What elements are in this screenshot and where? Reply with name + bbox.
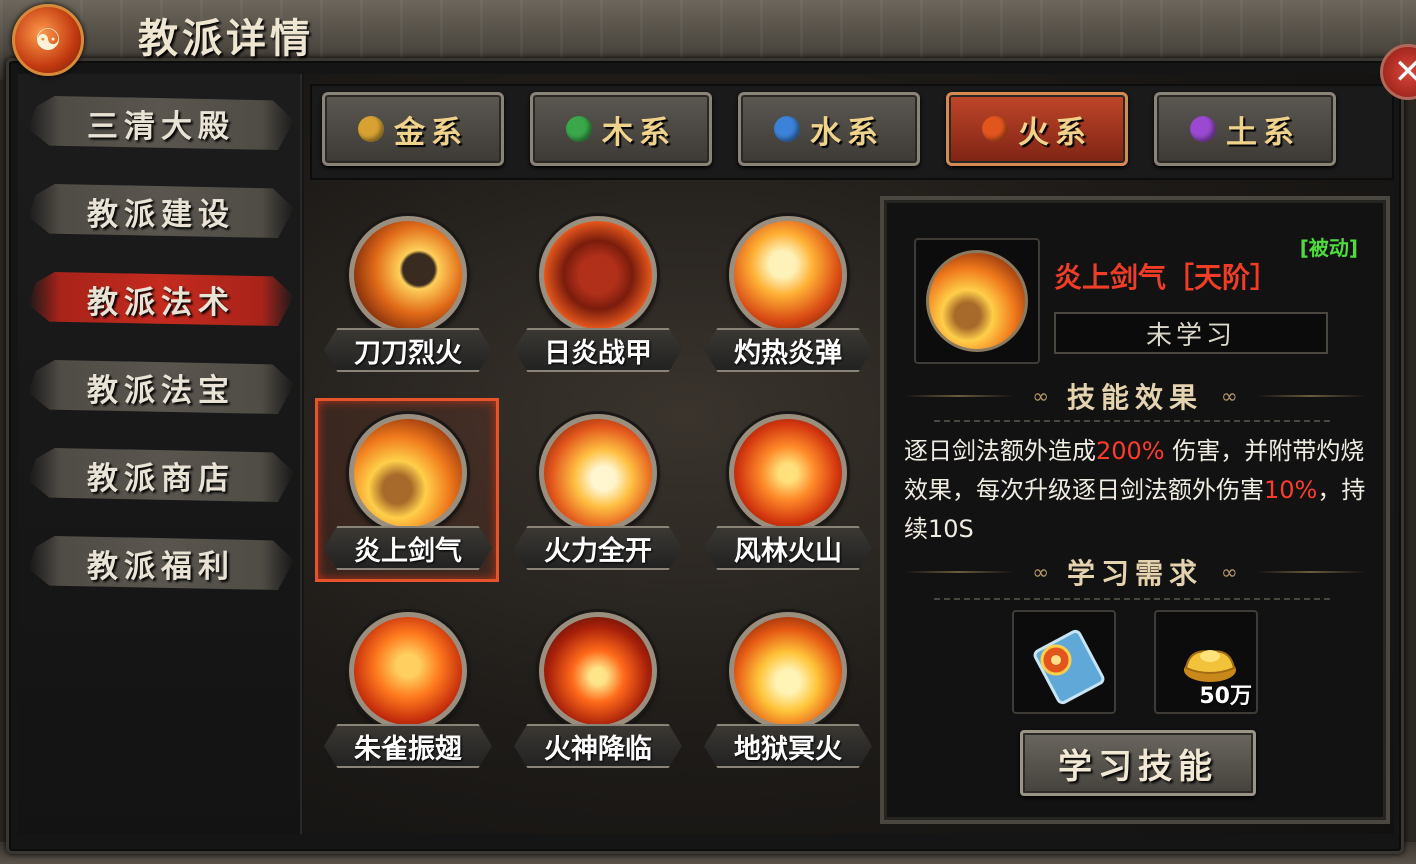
skill-label: 地狱冥火 bbox=[704, 724, 872, 768]
sidebar-item-shop[interactable]: 教派商店 bbox=[28, 448, 294, 502]
wood-orb-icon bbox=[566, 116, 592, 142]
effect-section-title: ∞ 技能效果 ∞ bbox=[900, 378, 1370, 414]
skill-label: 日炎战甲 bbox=[514, 328, 682, 372]
skill-label: 刀刀烈火 bbox=[324, 328, 492, 372]
tab-metal[interactable]: 金系 bbox=[322, 92, 504, 166]
requirement-section-title: ∞ 学习需求 ∞ bbox=[900, 554, 1370, 590]
sidebar-item-spells[interactable]: 教派法术 bbox=[28, 272, 294, 326]
water-orb-icon bbox=[774, 116, 800, 142]
skill-item[interactable]: 炎上剑气 bbox=[320, 404, 496, 574]
tab-label: 金系 bbox=[394, 114, 468, 151]
rising-sword-qi-skill-icon bbox=[926, 250, 1028, 352]
tab-label: 木系 bbox=[602, 114, 676, 151]
detail-icon-frame bbox=[914, 238, 1040, 364]
skill-item[interactable]: 地狱冥火 bbox=[700, 602, 876, 772]
close-icon: ✕ bbox=[1393, 52, 1416, 92]
learn-status: 未学习 bbox=[1054, 312, 1328, 354]
hell-fire-skill-icon bbox=[729, 612, 847, 730]
skill-item[interactable]: 风林火山 bbox=[700, 404, 876, 574]
tab-water[interactable]: 水系 bbox=[738, 92, 920, 166]
skill-item[interactable]: 火力全开 bbox=[510, 404, 686, 574]
divider bbox=[1255, 395, 1366, 397]
flame-armor-skill-icon bbox=[539, 216, 657, 334]
dashed-divider bbox=[934, 420, 1330, 422]
skill-name: 炎上剑气［天阶］ bbox=[1054, 261, 1279, 294]
skill-description: 逐日剑法额外造成200% 伤害，并附带灼烧效果，每次升级逐日剑法额外伤害10%，… bbox=[904, 437, 1366, 543]
skill-item[interactable]: 朱雀振翅 bbox=[320, 602, 496, 772]
fire-orb-icon bbox=[982, 116, 1008, 142]
scroll-ornament-icon: ∞ bbox=[1032, 384, 1049, 408]
learn-skill-button[interactable]: 学习技能 bbox=[1020, 730, 1256, 796]
dashed-divider bbox=[934, 598, 1330, 600]
taiji-emblem-icon: ☯ bbox=[12, 4, 84, 76]
rising-sword-qi-skill-icon bbox=[349, 414, 467, 532]
metal-orb-icon bbox=[358, 116, 384, 142]
skill-label: 火力全开 bbox=[514, 526, 682, 570]
skill-item[interactable]: 灼热炎弹 bbox=[700, 206, 876, 376]
skill-item[interactable]: 刀刀烈火 bbox=[320, 206, 496, 376]
tab-label: 水系 bbox=[810, 114, 884, 151]
requirement-count: 50万 bbox=[1199, 684, 1252, 709]
skill-book-icon bbox=[1033, 629, 1105, 705]
wind-forest-fire-skill-icon bbox=[729, 414, 847, 532]
full-fire-skill-icon bbox=[539, 414, 657, 532]
sidebar-item-hall[interactable]: 三清大殿 bbox=[28, 96, 294, 150]
tab-label: 火系 bbox=[1018, 114, 1092, 151]
phoenix-wing-skill-icon bbox=[349, 612, 467, 730]
blade-fire-skill-icon bbox=[349, 216, 467, 334]
scroll-ornament-icon: ∞ bbox=[1221, 384, 1238, 408]
requirement-slot-gold[interactable]: 50万 bbox=[1154, 610, 1258, 714]
fire-bullet-skill-icon bbox=[729, 216, 847, 334]
tab-fire[interactable]: 火系 bbox=[946, 92, 1128, 166]
divider bbox=[904, 571, 1015, 573]
scroll-ornament-icon: ∞ bbox=[1221, 560, 1238, 584]
requirement-slot-book[interactable] bbox=[1012, 610, 1116, 714]
divider bbox=[904, 395, 1015, 397]
tab-label: 土系 bbox=[1226, 114, 1300, 151]
tab-wood[interactable]: 木系 bbox=[530, 92, 712, 166]
fire-god-skill-icon bbox=[539, 612, 657, 730]
sidebar-item-construction[interactable]: 教派建设 bbox=[28, 184, 294, 238]
tab-earth[interactable]: 土系 bbox=[1154, 92, 1336, 166]
sidebar-item-treasures[interactable]: 教派法宝 bbox=[28, 360, 294, 414]
skill-label: 炎上剑气 bbox=[324, 526, 492, 570]
skill-label: 火神降临 bbox=[514, 724, 682, 768]
skill-label: 灼热炎弹 bbox=[704, 328, 872, 372]
sidebar-item-welfare[interactable]: 教派福利 bbox=[28, 536, 294, 590]
skill-label: 风林火山 bbox=[704, 526, 872, 570]
skill-item[interactable]: 日炎战甲 bbox=[510, 206, 686, 376]
scroll-ornament-icon: ∞ bbox=[1032, 560, 1049, 584]
divider bbox=[1255, 571, 1366, 573]
skill-label: 朱雀振翅 bbox=[324, 724, 492, 768]
window-title: 教派详情 bbox=[138, 15, 314, 62]
skill-item[interactable]: 火神降临 bbox=[510, 602, 686, 772]
earth-orb-icon bbox=[1190, 116, 1216, 142]
